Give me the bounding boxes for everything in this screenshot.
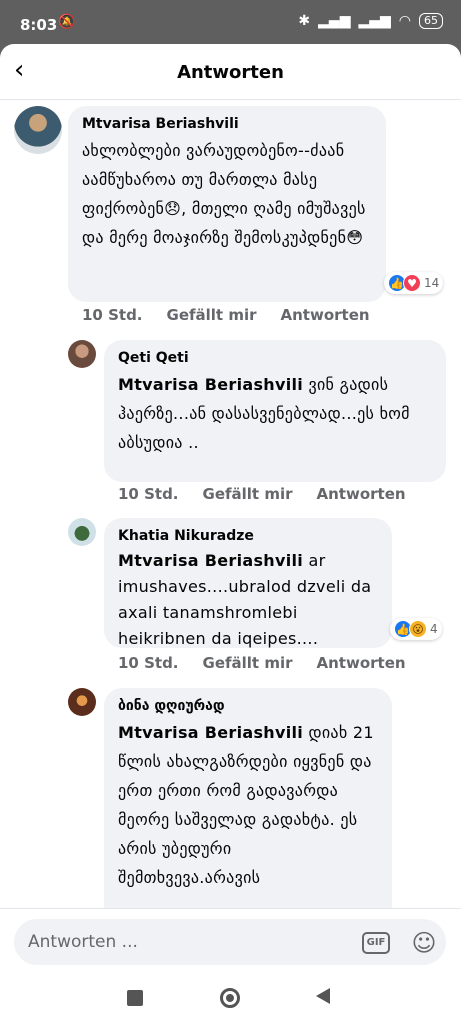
comment-actions: 10 Std. Gefällt mir Antworten [82,306,370,324]
comment-time: 10 Std. [118,654,179,672]
status-time: 8:03 [20,16,58,34]
signal-icon: ▂▄▆ [318,13,351,29]
header: ‹ Antworten [0,44,461,100]
like-button[interactable]: Gefällt mir [203,485,293,503]
avatar[interactable] [68,340,96,368]
home-icon[interactable] [220,988,240,1008]
comment-author[interactable]: Mtvarisa Beriashvili [82,116,372,132]
comment-bubble: Khatia Nikuradze Mtvarisa Beriashvili ar… [104,518,392,648]
comment-text: Mtvarisa Beriashvili დიახ 21 წლის ახალგა… [118,718,378,892]
reply-button[interactable]: Antworten [317,485,406,503]
gif-button[interactable]: GIF [362,932,390,954]
battery-indicator: 65 [419,13,443,29]
like-button[interactable]: Gefällt mir [203,654,293,672]
mention-tag[interactable]: Mtvarisa Beriashvili [118,723,303,742]
recent-apps-icon[interactable] [127,990,143,1006]
reply-composer: GIF ☺ [0,908,461,980]
comment-bubble: Qeti Qeti Mtvarisa Beriashvili ვინ გადის… [104,340,446,482]
comment-author[interactable]: Khatia Nikuradze [118,528,378,544]
avatar[interactable] [14,106,62,154]
comment-text: Mtvarisa Beriashvili ar imushaves....ubr… [118,548,378,652]
comment-author[interactable]: Qeti Qeti [118,350,432,366]
reaction-summary[interactable]: 👍 😮 4 [390,618,442,640]
comment-time: 10 Std. [118,485,179,503]
comment-bubble: Mtvarisa Beriashvili ახლობლები ვარაუდობე… [68,106,386,302]
wow-icon: 😮 [409,620,427,638]
comment-text-body: დიახ 21 წლის ახალგაზრდები იყვნენ და ერთ … [118,723,374,887]
comment-text: Mtvarisa Beriashvili ვინ გადის ჰაერზე...… [118,370,432,457]
bluetooth-icon: ✱ [298,13,311,29]
comment-time: 10 Std. [82,306,143,324]
back-icon[interactable] [316,988,330,1004]
comment-bubble: ბინა დღიურად Mtvarisa Beriashvili დიახ 2… [104,688,392,928]
avatar[interactable] [68,518,96,546]
reaction-count: 4 [430,622,438,636]
comment-actions: 10 Std. Gefällt mir Antworten [118,654,406,672]
status-icons: ✱ ▂▄▆ ▂▄▆ ◠ 65 [298,13,443,29]
mute-icon: 🔕 [58,14,76,30]
wifi-icon: ◠ [398,13,411,29]
emoji-icon[interactable]: ☺ [410,929,438,957]
reply-button[interactable]: Antworten [317,654,406,672]
comment-text: ახლობლები ვარაუდობენო--ძაან აამწუხაროა თ… [82,141,366,247]
mention-tag[interactable]: Mtvarisa Beriashvili [118,375,303,394]
reaction-summary[interactable]: 👍 ♥ 14 [384,272,444,294]
system-nav-bar [0,980,461,1024]
avatar[interactable] [68,688,96,716]
signal-icon-2: ▂▄▆ [358,13,391,29]
comment-author[interactable]: ბინა დღიურად [118,698,378,714]
replies-sheet: ‹ Antworten Mtvarisa Beriashvili ახლობლე… [0,44,461,980]
status-bar: 8:03 🔕 ✱ ▂▄▆ ▂▄▆ ◠ 65 [0,0,461,44]
love-icon: ♥ [403,274,421,292]
reaction-count: 14 [424,276,440,290]
mention-tag[interactable]: Mtvarisa Beriashvili [118,551,303,570]
like-button[interactable]: Gefällt mir [167,306,257,324]
reply-button[interactable]: Antworten [281,306,370,324]
page-title: Antworten [177,62,284,83]
comment-actions: 10 Std. Gefällt mir Antworten [118,485,406,503]
